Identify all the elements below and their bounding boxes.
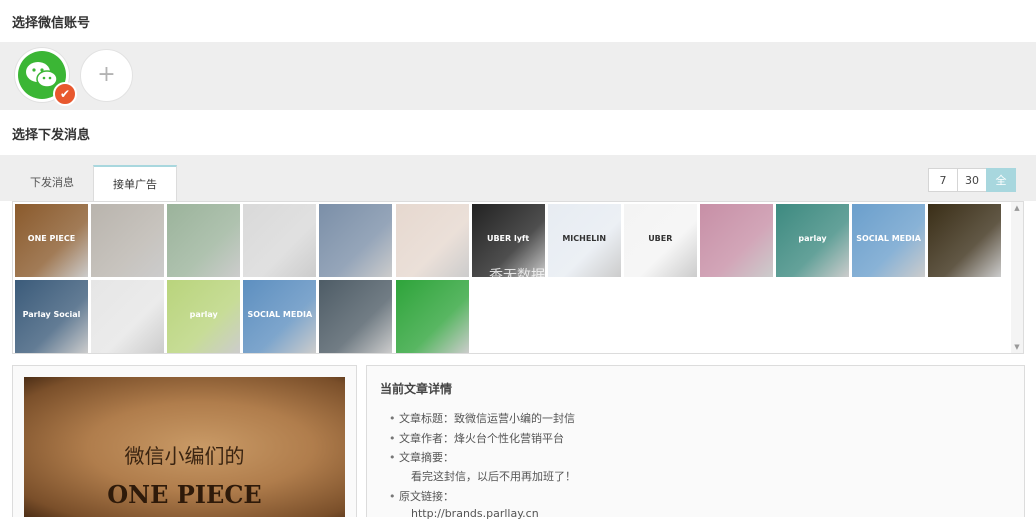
thumb-uber-logo[interactable]: UBER xyxy=(623,204,697,277)
article-cover-image: 微信小编们的 ONE PIECE xyxy=(24,377,345,517)
thumb-red-figure[interactable] xyxy=(91,280,165,353)
message-section-title: 选择下发消息 xyxy=(12,128,91,143)
thumb-parlay-site[interactable]: Parlay Social xyxy=(15,280,88,353)
account-band xyxy=(0,42,1036,110)
thumb-uber-lyft[interactable]: UBER lyft xyxy=(471,204,545,277)
thumb-speech-bubbles[interactable] xyxy=(167,204,241,277)
range-all-button[interactable]: 全 xyxy=(986,168,1016,192)
range-filter-group: 7 30 全 xyxy=(928,168,1016,192)
cover-english-text: ONE PIECE xyxy=(107,480,262,509)
thumb-smartphones[interactable] xyxy=(243,204,317,277)
thumbnail-caption: parlay xyxy=(798,234,827,243)
thumbnail-caption: SOCIAL MEDIA xyxy=(856,234,921,243)
range-7-button[interactable]: 7 xyxy=(928,168,958,192)
detail-source-link[interactable]: http://brands.parllay.cn xyxy=(411,507,539,520)
detail-article-author: 文章作者：烽火台个性化营销平台 xyxy=(389,430,564,446)
selected-check-icon: ✔ xyxy=(53,82,77,106)
thumb-meeting-room[interactable] xyxy=(91,204,165,277)
thumb-hands[interactable] xyxy=(395,204,469,277)
range-30-button[interactable]: 30 xyxy=(957,168,987,192)
thumbnail-caption: Parlay Social xyxy=(22,310,81,319)
tab-send-messages[interactable]: 下发消息 xyxy=(12,165,92,201)
thumb-parlay-girl[interactable]: parlay xyxy=(167,280,241,353)
thumb-car-man[interactable] xyxy=(319,280,393,353)
thumbnail-caption: UBER xyxy=(648,234,673,243)
thumb-social-media-globe[interactable]: SOCIAL MEDIA xyxy=(852,204,926,277)
thumbnail-caption: SOCIAL MEDIA xyxy=(247,310,313,319)
detail-article-title: 文章标题：致微信运营小编的一封信 xyxy=(389,410,575,426)
thumb-businessmen[interactable] xyxy=(319,204,393,277)
tab-order-ads[interactable]: 接单广告 xyxy=(93,165,177,202)
article-thumbnail-grid: ▲ ▼ ONE PIECE UBER lyft MICHELIN UBER parlay… xyxy=(12,201,1024,354)
thumbnail-caption: parlay xyxy=(189,310,218,319)
thumb-city-lights[interactable] xyxy=(928,204,1002,277)
thumb-wechat-logo[interactable] xyxy=(395,280,469,353)
detail-summary-value: 看完这封信，以后不用再加班了！ xyxy=(411,470,576,483)
thumb-one-piece[interactable]: ONE PIECE xyxy=(15,204,88,277)
thumb-weibo-monsters[interactable] xyxy=(699,204,773,277)
thumbnail-caption: UBER lyft xyxy=(486,234,530,243)
thumbnail-scrollbar[interactable]: ▲ ▼ xyxy=(1011,202,1023,353)
scroll-down-icon[interactable]: ▼ xyxy=(1011,341,1023,353)
account-section-title: 选择微信账号 xyxy=(12,16,91,31)
detail-heading: 当前文章详情 xyxy=(380,382,453,396)
thumb-world-map[interactable]: parlay xyxy=(776,204,849,277)
add-account-button[interactable]: + xyxy=(80,49,133,102)
thumbnail-caption: ONE PIECE xyxy=(27,234,76,243)
detail-summary-label: 文章摘要： xyxy=(389,449,454,465)
thumb-social-media-people[interactable]: SOCIAL MEDIA xyxy=(243,280,317,353)
scroll-up-icon[interactable]: ▲ xyxy=(1011,202,1023,214)
thumb-michelin[interactable]: MICHELIN xyxy=(547,204,621,277)
detail-link-label: 原文链接： xyxy=(389,488,454,504)
thumbnail-caption: MICHELIN xyxy=(562,234,607,243)
cover-chinese-text: 微信小编们的 xyxy=(124,444,245,468)
